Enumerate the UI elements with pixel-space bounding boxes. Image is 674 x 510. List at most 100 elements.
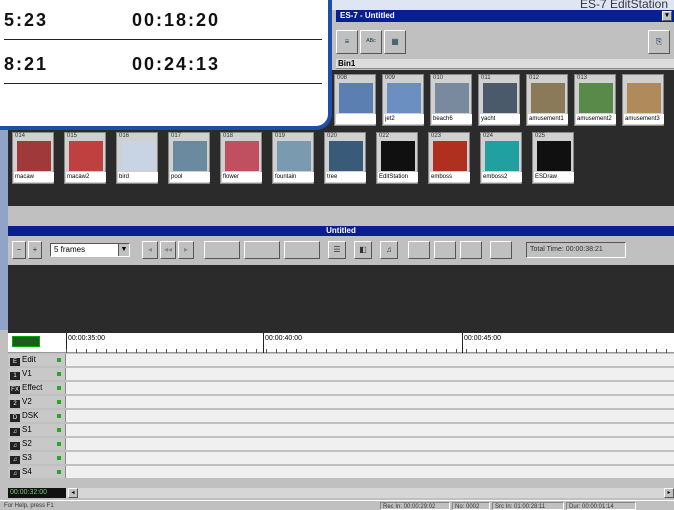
clip-item[interactable]: 023 emboss <box>428 132 470 184</box>
callout-row-1-right: 00:18:20 <box>132 10 221 30</box>
track-lane[interactable] <box>66 452 674 464</box>
clip-item[interactable]: 024 emboss2 <box>480 132 522 184</box>
track-header[interactable]: ♫ S1 <box>8 424 66 436</box>
tool-button-3[interactable]: ▦ <box>384 30 406 54</box>
clip-item[interactable]: 019 fountain <box>272 132 314 184</box>
track-type-icon: ♫ <box>10 470 20 478</box>
ruler-tick <box>156 349 157 353</box>
window-menu-button[interactable]: ▾ <box>662 11 672 21</box>
zoom-out-button[interactable]: − <box>12 241 26 259</box>
ruler-tick <box>396 349 397 353</box>
tl-monitor-button[interactable]: ◧ <box>354 241 372 259</box>
clip-item[interactable]: 008 <box>334 74 376 126</box>
music-note-icon: ♫ <box>386 245 392 254</box>
timecode-mode-icon[interactable] <box>12 336 40 347</box>
track-enable-indicator[interactable] <box>57 372 61 376</box>
ruler-area: 00:00:35:00 00:00:40:00 00:00:45:00 <box>66 333 674 353</box>
track-header[interactable]: 1 V1 <box>8 368 66 380</box>
tl-tool-1[interactable] <box>204 241 240 259</box>
tl-tool-5[interactable] <box>434 241 456 259</box>
tl-tool-2[interactable] <box>244 241 280 259</box>
track-type-icon: D <box>10 414 20 422</box>
clip-item[interactable]: 018 flower <box>220 132 262 184</box>
tool-button-2[interactable]: ᴬᴮᶜ <box>360 30 382 54</box>
tool-button-1[interactable]: ≡ <box>336 30 358 54</box>
track-header[interactable]: 2 V2 <box>8 396 66 408</box>
clip-item[interactable]: 016 bird <box>116 132 158 184</box>
rewind-icon: ◂◂ <box>163 245 173 254</box>
clip-item[interactable]: 011 yacht <box>478 74 520 126</box>
frames-select[interactable]: 5 frames ▼ <box>50 243 130 257</box>
ruler-tick <box>266 349 267 353</box>
prev-edit-button[interactable]: ◂ <box>142 241 158 259</box>
track-lane[interactable] <box>66 382 674 394</box>
track-enable-indicator[interactable] <box>57 456 61 460</box>
timeline-scrollbar[interactable]: 00:00:32:00 ◂ ▸ <box>8 488 674 498</box>
zoom-in-button[interactable]: + <box>28 241 42 259</box>
track-row: ♫ S4 <box>8 466 674 478</box>
track-name: V2 <box>22 397 32 406</box>
track-header[interactable]: ♫ S2 <box>8 438 66 450</box>
scroll-right-button[interactable]: ▸ <box>664 488 674 498</box>
track-lane[interactable] <box>66 354 674 366</box>
clip-item[interactable]: 012 amusement1 <box>526 74 568 126</box>
clip-number: 016 <box>119 133 130 139</box>
tl-tool-3[interactable] <box>284 241 320 259</box>
track-lane[interactable] <box>66 396 674 408</box>
tool-button-open[interactable]: ⎘ <box>648 30 670 54</box>
clip-item[interactable]: 010 beach6 <box>430 74 472 126</box>
tool-1-icon: ≡ <box>344 37 350 46</box>
track-lane[interactable] <box>66 368 674 380</box>
clip-thumbnail <box>433 141 467 171</box>
track-row: ♫ S3 <box>8 452 674 464</box>
track-enable-indicator[interactable] <box>57 442 61 446</box>
track-enable-indicator[interactable] <box>57 386 61 390</box>
tl-tool-7[interactable] <box>490 241 512 259</box>
clip-item[interactable]: 017 pool <box>168 132 210 184</box>
track-lane[interactable] <box>66 438 674 450</box>
scroll-left-button[interactable]: ◂ <box>68 488 78 498</box>
clip-label: macaw <box>14 172 54 182</box>
clip-item[interactable]: 022 EditStation <box>376 132 418 184</box>
track-enable-indicator[interactable] <box>57 414 61 418</box>
tl-tool-4[interactable] <box>408 241 430 259</box>
tl-lines-button[interactable]: ☰ <box>328 241 346 259</box>
track-row: E Edit <box>8 354 674 366</box>
ruler-tick <box>146 349 147 353</box>
ruler-tick <box>336 349 337 353</box>
track-lane[interactable] <box>66 410 674 422</box>
chevron-down-icon[interactable]: ▼ <box>118 244 129 256</box>
next-edit-button[interactable]: ▸ <box>178 241 194 259</box>
track-header[interactable]: D DSK <box>8 410 66 422</box>
clip-thumbnail <box>579 83 613 113</box>
timeline-ruler[interactable]: 00:00:35:00 00:00:40:00 00:00:45:00 <box>8 333 674 353</box>
track-enable-indicator[interactable] <box>57 358 61 362</box>
clip-item[interactable]: 020 tree <box>324 132 366 184</box>
clip-item[interactable]: 015 macaw2 <box>64 132 106 184</box>
timeline-preview-area <box>8 265 674 333</box>
status-bar: For Help, press F1 Rec In: 00:00:29:02 N… <box>0 500 674 510</box>
clip-thumbnail <box>225 141 259 171</box>
clip-item[interactable]: 014 macaw <box>12 132 54 184</box>
track-enable-indicator[interactable] <box>57 470 61 474</box>
track-enable-indicator[interactable] <box>57 400 61 404</box>
clip-item[interactable]: 009 jet2 <box>382 74 424 126</box>
tl-audio-button[interactable]: ♫ <box>380 241 398 259</box>
callout-row-1-left: 5:23 <box>4 10 49 30</box>
status-duration: Dur: 00:00:01:14 <box>566 502 636 510</box>
rewind-button[interactable]: ◂◂ <box>160 241 176 259</box>
track-lane[interactable] <box>66 424 674 436</box>
track-header[interactable]: FX Effect <box>8 382 66 394</box>
clip-item[interactable]: 025 ESDraw <box>532 132 574 184</box>
track-header[interactable]: ♫ S4 <box>8 466 66 478</box>
ruler-tick <box>286 349 287 353</box>
clip-item[interactable]: 013 amusement2 <box>574 74 616 126</box>
tl-tool-6[interactable] <box>460 241 482 259</box>
track-lane[interactable] <box>66 466 674 478</box>
track-row: ♫ S2 <box>8 438 674 450</box>
clip-item[interactable]: amusement3 <box>622 74 664 126</box>
track-header[interactable]: E Edit <box>8 354 66 366</box>
track-header[interactable]: ♫ S3 <box>8 452 66 464</box>
ruler-tick <box>306 349 307 353</box>
track-enable-indicator[interactable] <box>57 428 61 432</box>
